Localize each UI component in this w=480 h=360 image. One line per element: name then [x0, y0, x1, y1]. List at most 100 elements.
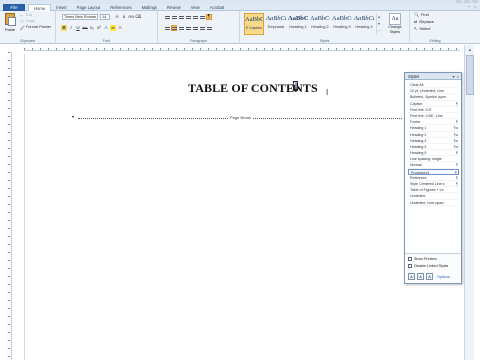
minimize-icon[interactable] — [456, 0, 462, 3]
find-button[interactable]: 🔍 Find — [414, 12, 429, 18]
font-color-button[interactable]: A — [117, 25, 123, 31]
cut-button[interactable]: ✂ Cut — [20, 13, 32, 18]
tab-page-layout[interactable]: Page Layout — [72, 4, 106, 11]
align-center-icon[interactable] — [171, 25, 177, 31]
quick-style-heading-3[interactable]: AaBbCcI Heading 3 — [332, 13, 352, 35]
quick-style-preview: AaBbCcI — [332, 15, 352, 22]
options-link[interactable]: Options... — [437, 275, 452, 279]
help-icon[interactable]: ? — [474, 5, 476, 10]
select-arrow-icon: ↖ — [414, 26, 418, 31]
scrollbar-thumb[interactable] — [466, 55, 474, 95]
close-icon[interactable]: × — [457, 74, 459, 79]
style-list: Clear All 10 pt, Underline, Line Bullete… — [408, 82, 459, 206]
style-name: Underline — [410, 194, 426, 199]
tab-references[interactable]: References — [105, 4, 136, 11]
quick-style-heading-4[interactable]: AaBbCcI Heading 4 — [354, 13, 374, 35]
horizontal-ruler[interactable] — [24, 45, 460, 51]
paste-sheet-icon — [8, 17, 16, 26]
quick-style-emphasis[interactable]: AaBbCcI Emphasis — [266, 13, 286, 35]
format-painter-button[interactable]: 🖌 Format Painter — [20, 25, 51, 30]
bold-button[interactable]: B — [61, 25, 67, 31]
tab-review[interactable]: Review — [162, 4, 186, 11]
line-spacing-icon[interactable] — [192, 25, 198, 31]
scroll-up-icon[interactable]: ▲ — [466, 47, 474, 53]
ribbon: Paste ✂ Cut ❐ Copy 🖌 Format Painter Clip… — [0, 11, 480, 44]
tab-home[interactable]: Home — [28, 4, 52, 11]
increase-indent-icon[interactable] — [192, 14, 198, 20]
sort-icon[interactable] — [199, 14, 205, 20]
copy-button[interactable]: ❐ Copy — [20, 19, 35, 24]
align-right-icon[interactable] — [178, 25, 184, 31]
grow-font-icon[interactable]: A — [114, 14, 120, 20]
styles-pane-title: Styles — [408, 74, 420, 79]
paste-button[interactable]: Paste — [3, 13, 17, 33]
tab-insert[interactable]: Insert — [51, 4, 71, 11]
ribbon-help-controls: ⌃ ? — [467, 5, 476, 10]
replace-icon: ⇄ — [414, 19, 418, 24]
highlight-button[interactable]: ab — [110, 25, 116, 31]
close-icon[interactable] — [472, 0, 478, 3]
italic-button[interactable]: I — [68, 25, 74, 31]
copy-label: Copy — [26, 19, 35, 23]
quick-style-heading-1[interactable]: AaBbC Heading 1 — [288, 13, 308, 35]
style-inspector-icon[interactable]: A — [417, 273, 424, 280]
show-formatting-marks-button[interactable]: ¶ — [206, 14, 212, 20]
text-cursor-icon: I — [326, 88, 329, 97]
style-item[interactable]: Underline, Line spaci — [408, 200, 459, 206]
replace-button[interactable]: ⇄ Replace — [414, 19, 434, 25]
bullets-icon[interactable] — [164, 14, 170, 20]
show-preview-label: Show Preview — [414, 257, 437, 261]
quick-style-preview: AaBbCcl — [310, 15, 330, 22]
subscript-button[interactable]: x₂ — [89, 25, 95, 31]
styles-pane-controls: ▾ × — [453, 74, 459, 79]
text-effects-button[interactable]: A — [103, 25, 109, 31]
paste-label: Paste — [4, 27, 16, 32]
format-painter-label: Format Painter — [26, 25, 52, 29]
vertical-scrollbar[interactable]: ▲ — [464, 45, 474, 360]
tab-view[interactable]: View — [186, 4, 205, 11]
borders-icon[interactable] — [206, 25, 212, 31]
multilevel-list-icon[interactable] — [178, 14, 184, 20]
manage-styles-icon[interactable]: A — [426, 273, 433, 280]
strikethrough-button[interactable]: abc — [82, 25, 88, 31]
page-break-label: Page Break — [228, 115, 253, 120]
format-painter-icon: 🖌 — [20, 25, 25, 30]
quick-style-name: Heading 3 — [333, 25, 351, 29]
decrease-indent-icon[interactable] — [185, 14, 191, 20]
checkbox-box — [408, 264, 412, 268]
shading-icon[interactable] — [199, 25, 205, 31]
styles-gallery-scroll[interactable]: ▴ ▾ ⋯ — [376, 13, 381, 35]
quick-style-heading-2[interactable]: AaBbCcl Heading 2 — [310, 13, 330, 35]
numbering-icon[interactable] — [171, 14, 177, 20]
change-styles-button[interactable]: Aa Change Styles — [386, 13, 404, 37]
document-page[interactable] — [24, 54, 464, 360]
document-heading[interactable]: TABLE OF CONTENTS — [188, 81, 318, 96]
quick-style-name: Emphasis — [267, 25, 285, 29]
tab-mailings[interactable]: Mailings — [137, 4, 162, 11]
shrink-font-icon[interactable]: a — [121, 14, 127, 20]
alignment-controls — [164, 25, 212, 31]
align-left-icon[interactable] — [164, 25, 170, 31]
font-size-select[interactable]: 14 — [100, 14, 110, 20]
font-family-select[interactable]: Times New Roman — [62, 14, 98, 20]
show-preview-checkbox[interactable]: Show Preview — [408, 256, 437, 262]
styles-pane-buttons: A A A Options... — [408, 273, 452, 280]
tab-acrobat[interactable]: Acrobat — [205, 4, 229, 11]
maximize-icon[interactable] — [464, 0, 470, 3]
quick-style-caption[interactable]: AaBbCcI ¶ Caption — [244, 13, 264, 35]
cut-label: Cut — [26, 13, 32, 17]
ruler-ticks — [8, 52, 10, 360]
disable-linked-styles-checkbox[interactable]: Disable Linked Styles — [408, 263, 448, 269]
select-button[interactable]: ↖ Select — [414, 26, 430, 32]
superscript-button[interactable]: x² — [96, 25, 102, 31]
clear-formatting-icon[interactable]: ⌫ — [135, 14, 141, 20]
underline-button[interactable]: U — [75, 25, 81, 31]
new-style-icon[interactable]: A — [408, 273, 415, 280]
change-case-icon[interactable]: Aa — [128, 14, 134, 20]
minimize-ribbon-icon[interactable]: ⌃ — [467, 5, 470, 10]
pane-menu-icon[interactable]: ▾ — [453, 74, 455, 79]
tab-file[interactable]: File — [3, 4, 25, 11]
find-label: Find — [420, 12, 429, 17]
document-canvas — [12, 52, 464, 360]
justify-icon[interactable] — [185, 25, 191, 31]
